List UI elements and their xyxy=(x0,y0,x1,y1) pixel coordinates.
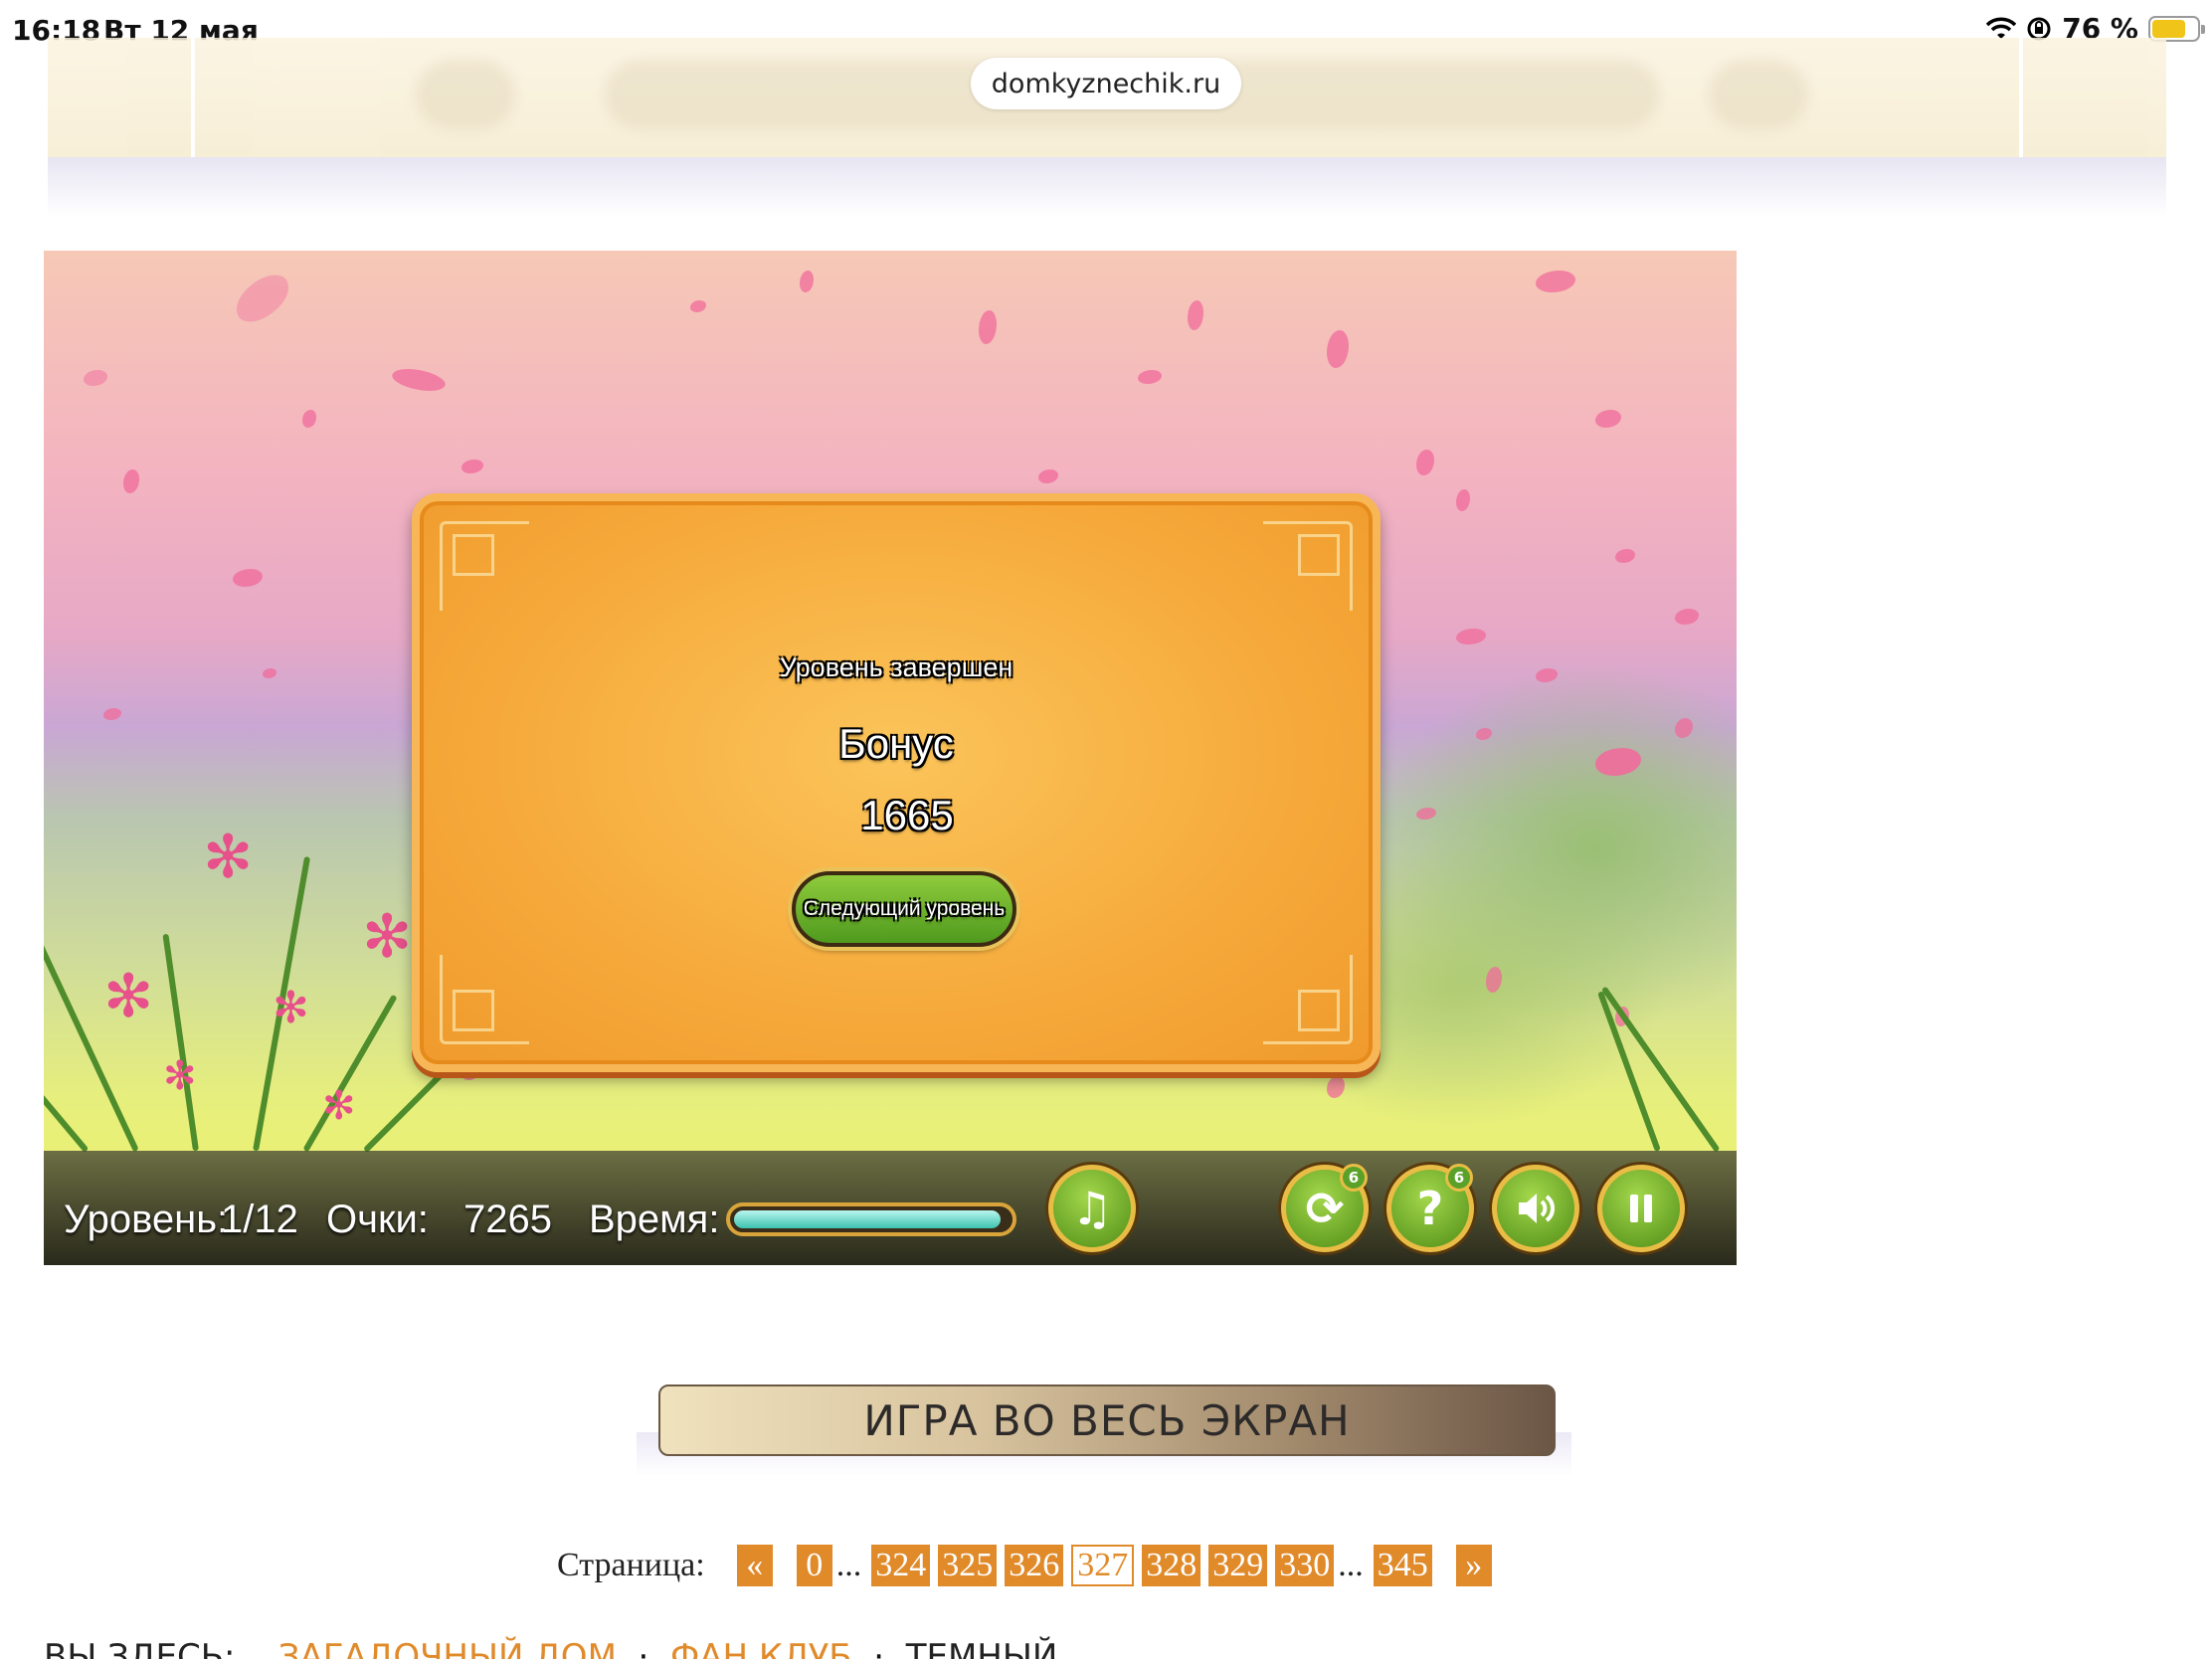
fullscreen-game-button[interactable]: ИГРА ВО ВЕСЬ ЭКРАН xyxy=(658,1384,1556,1456)
level-label: Уровень: xyxy=(64,1198,229,1241)
time-progress-bar xyxy=(726,1202,1016,1236)
level-complete-dialog: Уровень завершен Бонус 1665 Следующий ур… xyxy=(412,493,1381,1072)
level-value: 1/12 xyxy=(221,1198,298,1241)
pagination-label: Страница: xyxy=(557,1547,705,1583)
page-link-first[interactable]: 0 xyxy=(796,1545,832,1586)
question-icon: ? xyxy=(1416,1182,1444,1235)
game-hud: Уровень: 1/12 Очки: 7265 Время: ♫ ⟳ 6 ? … xyxy=(44,1151,1737,1265)
page-prev-link[interactable]: « xyxy=(736,1545,773,1586)
page-link[interactable]: 324 xyxy=(871,1545,931,1586)
pagination: Страница: « 0 ... 324 325 326 327 328 32… xyxy=(557,1542,1500,1589)
page-next-link[interactable]: » xyxy=(1455,1545,1492,1586)
page-link[interactable]: 329 xyxy=(1208,1545,1268,1586)
breadcrumb: ВЫ ЗДЕСЬ: ЗАГАДОЧНЫЙ ДОМ · ФАН КЛУБ · ТЕ… xyxy=(44,1637,1057,1659)
ornament-corner xyxy=(440,521,529,611)
hint-button[interactable]: ? 6 xyxy=(1386,1164,1474,1252)
pause-icon xyxy=(1630,1195,1652,1222)
breadcrumb-current: ТЕМНЫЙ xyxy=(905,1637,1058,1659)
shuffle-icon: ⟳ xyxy=(1305,1182,1345,1235)
music-note-icon: ♫ xyxy=(1071,1182,1113,1235)
time-label: Время: xyxy=(589,1198,720,1241)
pagination-ellipsis: ... xyxy=(835,1547,862,1583)
dialog-title: Уровень завершен xyxy=(779,652,1014,682)
shuffle-count-badge: 6 xyxy=(1340,1164,1368,1192)
shuffle-button[interactable]: ⟳ 6 xyxy=(1281,1164,1369,1252)
header-shadow xyxy=(48,157,2166,217)
bonus-label: Бонус xyxy=(838,720,954,767)
breadcrumb-prefix: ВЫ ЗДЕСЬ: xyxy=(44,1637,236,1659)
ornament-corner xyxy=(1263,955,1353,1044)
page-link[interactable]: 326 xyxy=(1005,1545,1064,1586)
game-canvas[interactable]: ✻ ✻ ✻ ✻ ✻ ✻ Уровень завершен Бонус 1665 … xyxy=(44,251,1737,1265)
music-button[interactable]: ♫ xyxy=(1048,1165,1136,1252)
time-progress-fill xyxy=(734,1210,1001,1228)
page-link-last[interactable]: 345 xyxy=(1373,1545,1432,1586)
next-level-button[interactable]: Следующий уровень xyxy=(792,871,1016,947)
ornament-corner xyxy=(440,955,529,1044)
breadcrumb-link[interactable]: ФАН КЛУБ xyxy=(670,1637,852,1659)
speaker-icon xyxy=(1519,1194,1555,1223)
pause-button[interactable] xyxy=(1597,1165,1685,1252)
bonus-value: 1665 xyxy=(860,792,954,838)
page-link-current[interactable]: 327 xyxy=(1071,1545,1135,1586)
pagination-ellipsis: ... xyxy=(1338,1547,1364,1583)
wifi-icon xyxy=(1986,17,2017,39)
breadcrumb-link[interactable]: ЗАГАДОЧНЫЙ ДОМ xyxy=(278,1637,617,1659)
page-link[interactable]: 330 xyxy=(1275,1545,1335,1586)
page-link[interactable]: 325 xyxy=(938,1545,998,1586)
score-label: Очки: xyxy=(326,1198,429,1241)
url-bar[interactable]: domkyznechik.ru xyxy=(971,58,1241,109)
sound-button[interactable] xyxy=(1492,1165,1579,1252)
ornament-corner xyxy=(1263,521,1353,611)
hint-count-badge: 6 xyxy=(1445,1164,1473,1192)
score-value: 7265 xyxy=(463,1198,552,1241)
page-link[interactable]: 328 xyxy=(1142,1545,1201,1586)
